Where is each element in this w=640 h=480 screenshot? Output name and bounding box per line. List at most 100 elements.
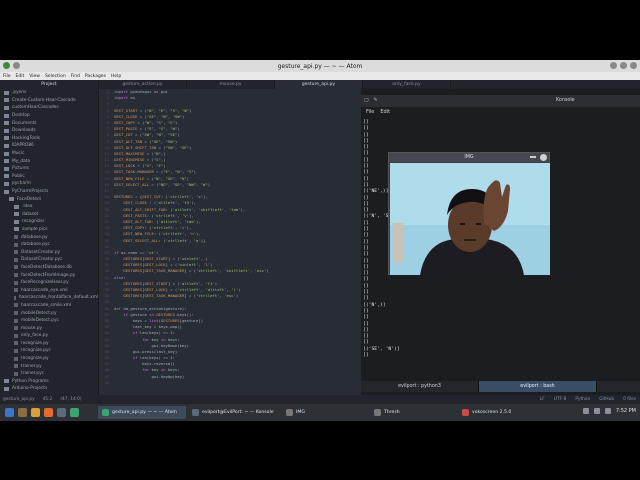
tree-folder[interactable]: My_data — [0, 157, 98, 165]
konsole-menu-edit[interactable]: Edit — [380, 109, 390, 119]
folder-icon — [4, 189, 9, 194]
tree-file[interactable]: haarcascade_frontalface_default.xml — [0, 294, 98, 302]
network-icon[interactable] — [582, 408, 589, 414]
konsole-tab-python[interactable]: evilport : python3 — [361, 381, 479, 392]
tree-file[interactable]: only_face.py — [0, 332, 98, 340]
tree-file[interactable]: database.py — [0, 233, 98, 241]
menu-edit[interactable]: Edit — [16, 74, 25, 79]
status-filename[interactable]: gesture_api.py — [3, 397, 35, 402]
tree-file[interactable]: recognize.py — [0, 355, 98, 363]
edit-icon[interactable]: ✎ — [374, 98, 378, 103]
menu-packages[interactable]: Packages — [85, 74, 106, 79]
tree-file[interactable]: mobileDetect.py — [0, 309, 98, 317]
status-github[interactable]: GitHub — [599, 397, 614, 402]
tree-file[interactable]: DatasetCreator.pyc — [0, 256, 98, 264]
volume-icon[interactable] — [593, 408, 600, 414]
menu-file[interactable]: File — [3, 74, 11, 79]
tree-folder[interactable]: dataset — [0, 211, 98, 219]
firefox-icon[interactable] — [44, 408, 53, 417]
tree-folder[interactable]: customHaarCascades — [0, 104, 98, 112]
tree-folder[interactable]: Python Programs — [0, 378, 98, 386]
tree-folder[interactable]: Create-Custom-Haar-Cascade — [0, 97, 98, 105]
folder-icon — [4, 136, 9, 141]
tree-file[interactable]: haarcascade_eye.xml — [0, 286, 98, 294]
menu-find[interactable]: Find — [71, 74, 80, 79]
task-vokoscreen-label: vokoscreen 2.5.0 — [472, 410, 512, 415]
tab-mouse[interactable]: mouse.py — [187, 80, 275, 89]
code-line[interactable] — [114, 380, 361, 386]
menu-selection[interactable]: Selection — [45, 74, 66, 79]
tree-folder[interactable]: Arduino-Projects — [0, 385, 98, 393]
task-thresh[interactable]: Thresh — [370, 406, 456, 419]
konsole-tabs: evilport : python3 evilport : bash — [361, 381, 640, 392]
terminal-icon[interactable] — [57, 408, 66, 417]
tree-file[interactable]: mobileDetect.pyc — [0, 317, 98, 325]
task-atom[interactable]: gesture_api.py — ~ — Atom — [98, 406, 186, 419]
status-grammar[interactable]: Python — [575, 397, 590, 402]
konsole-tab-bash[interactable]: evilport : bash — [479, 381, 597, 392]
tree-file[interactable]: trainer.py — [0, 362, 98, 370]
maximize-icon[interactable] — [620, 62, 627, 69]
tree-file[interactable]: database.pyc — [0, 241, 98, 249]
tab-project[interactable]: Project — [0, 80, 99, 89]
tree-folder[interactable]: Downloads — [0, 127, 98, 135]
code-editor[interactable]: 1 2 3 4 5 6 7 8 9 10 11 12 13 14 15 16 17 18 19 20 21 22 23 24 2… — [99, 89, 361, 395]
tree-folder[interactable]: Pictures — [0, 165, 98, 173]
app-launcher-icon[interactable] — [5, 408, 14, 417]
tree-file[interactable]: faceDetectFromImage.py — [0, 271, 98, 279]
tree-file[interactable]: haarcascade_smile.xml — [0, 302, 98, 310]
tree-file[interactable]: DatasetCreator.py — [0, 248, 98, 256]
chrome-icon[interactable] — [31, 408, 40, 417]
tree-folder[interactable]: HackingTools — [0, 135, 98, 143]
tree-folder[interactable]: recognizer — [0, 218, 98, 226]
code-area[interactable]: import pyautogui as gui import os GEST_STA… — [114, 89, 361, 386]
tree-folder[interactable]: .pyenv — [0, 89, 98, 97]
tree-folder[interactable]: Desktop — [0, 112, 98, 120]
folder-icon — [14, 212, 19, 217]
task-img[interactable]: IMG — [282, 406, 368, 419]
minimize-icon[interactable] — [530, 156, 536, 158]
tree-folder[interactable]: Public — [0, 173, 98, 181]
tree-label: trainer.py — [21, 363, 42, 369]
menu-view[interactable]: View — [29, 74, 40, 79]
clock[interactable]: 7:52 PM — [616, 408, 636, 414]
tree-folder[interactable]: FaceDetect — [0, 195, 98, 203]
tree-file[interactable]: recognize.pyc — [0, 347, 98, 355]
tree-folder[interactable]: PyCharmProjects — [0, 188, 98, 196]
battery-icon[interactable] — [604, 408, 611, 414]
tree-folder[interactable]: sample pics — [0, 226, 98, 234]
konsole-menu-file[interactable]: File — [366, 109, 374, 119]
tree-file[interactable]: faceRecognizeHaar.py — [0, 279, 98, 287]
task-vokoscreen[interactable]: vokoscreen 2.5.0 — [458, 406, 534, 419]
atom-icon[interactable] — [70, 408, 79, 417]
line-number: 48 — [104, 380, 109, 385]
tab-gesture-api[interactable]: gesture_api.py — [275, 80, 363, 89]
new-tab-icon[interactable]: ▢ — [364, 98, 369, 103]
tree-file[interactable]: trainer.pyc — [0, 370, 98, 378]
tree-label: .pyenv — [12, 90, 27, 96]
tree-folder[interactable]: pycharm — [0, 180, 98, 188]
tree-file[interactable]: mouse.py — [0, 324, 98, 332]
close-icon[interactable] — [540, 154, 547, 161]
desktop-screen: gesture_api.py — ~ — Atom File Edit View… — [0, 60, 640, 421]
tree-file[interactable]: recognize.py — [0, 340, 98, 348]
tree-folder[interactable]: Music — [0, 150, 98, 158]
status-line-ending[interactable]: LF — [540, 397, 545, 402]
status-cursor[interactable]: 45:2 — [43, 397, 53, 402]
file-manager-icon[interactable] — [18, 408, 27, 417]
tab-only-face[interactable]: only_face.py — [363, 80, 451, 89]
task-konsole[interactable]: evilport@EvilPort: ~ — Konsole — [188, 406, 280, 419]
tree-label: IDAPRO86 — [12, 143, 34, 149]
status-encoding[interactable]: UTF-8 — [554, 397, 567, 402]
tree-folder[interactable]: Documents — [0, 119, 98, 127]
status-files[interactable]: 0 files — [623, 397, 636, 402]
close-icon[interactable] — [630, 62, 637, 69]
folder-icon — [14, 219, 19, 224]
tree-file[interactable]: faceDetectDatabase.db — [0, 264, 98, 272]
menu-help[interactable]: Help — [111, 74, 121, 79]
tree-folder[interactable]: IDAPRO86 — [0, 142, 98, 150]
minimize-icon[interactable] — [610, 62, 617, 69]
tree-folder[interactable]: .idea — [0, 203, 98, 211]
img-window[interactable]: IMG — [388, 152, 550, 275]
tab-gesture-action[interactable]: gesture_action.py — [99, 80, 187, 89]
